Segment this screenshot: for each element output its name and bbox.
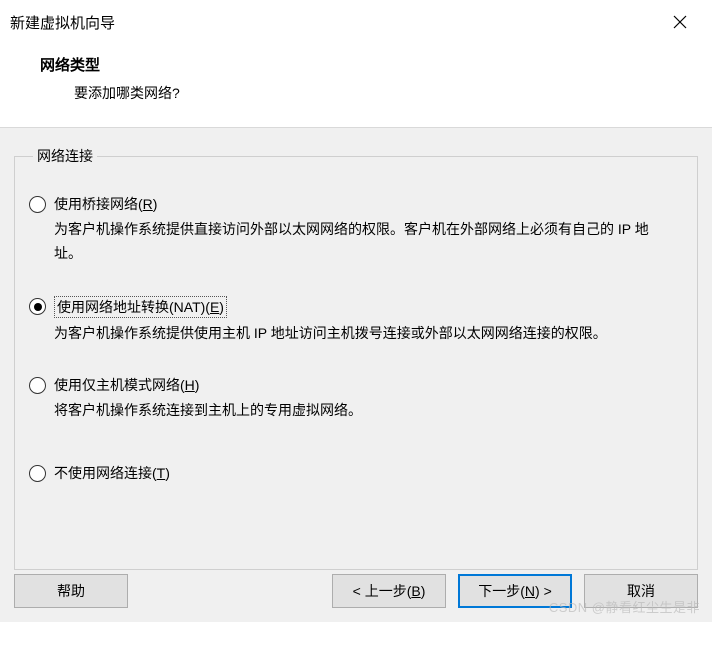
page-subtext: 要添加哪类网络? [40, 83, 692, 103]
cancel-button[interactable]: 取消 [584, 574, 698, 608]
radio-none[interactable] [29, 465, 46, 482]
radio-none-label[interactable]: 不使用网络连接(T) [54, 463, 170, 483]
page-heading: 网络类型 [40, 54, 692, 75]
radio-bridged[interactable] [29, 196, 46, 213]
radio-item-hostonly: 使用仅主机模式网络(H) 将客户机操作系统连接到主机上的专用虚拟网络。 [29, 375, 683, 423]
radio-nat[interactable] [29, 298, 46, 315]
radio-hostonly-label[interactable]: 使用仅主机模式网络(H) [54, 375, 199, 395]
radio-bridged-label[interactable]: 使用桥接网络(R) [54, 194, 157, 214]
radio-nat-label[interactable]: 使用网络地址转换(NAT)(E) [54, 296, 227, 318]
radio-item-none: 不使用网络连接(T) [29, 463, 683, 483]
network-connection-group: 网络连接 使用桥接网络(R) 为客户机操作系统提供直接访问外部以太网网络的权限。… [14, 146, 698, 570]
next-button[interactable]: 下一步(N) > [458, 574, 572, 608]
back-button[interactable]: < 上一步(B) [332, 574, 446, 608]
close-icon [673, 15, 687, 29]
radio-hostonly-desc: 将客户机操作系统连接到主机上的专用虚拟网络。 [54, 399, 674, 423]
radio-nat-desc: 为客户机操作系统提供使用主机 IP 地址访问主机拨号连接或外部以太网网络连接的权… [54, 322, 674, 346]
radio-item-nat: 使用网络地址转换(NAT)(E) 为客户机操作系统提供使用主机 IP 地址访问主… [29, 296, 683, 346]
title-bar: 新建虚拟机向导 [0, 0, 712, 44]
radio-hostonly[interactable] [29, 377, 46, 394]
group-legend: 网络连接 [33, 146, 97, 166]
wizard-header: 网络类型 要添加哪类网络? [0, 44, 712, 128]
wizard-button-row: 帮助 < 上一步(B) 下一步(N) > 取消 [0, 560, 712, 622]
radio-bridged-desc: 为客户机操作系统提供直接访问外部以太网网络的权限。客户机在外部网络上必须有自己的… [54, 218, 674, 266]
radio-item-bridged: 使用桥接网络(R) 为客户机操作系统提供直接访问外部以太网网络的权限。客户机在外… [29, 194, 683, 266]
help-button[interactable]: 帮助 [14, 574, 128, 608]
close-button[interactable] [664, 6, 696, 38]
wizard-body: 网络连接 使用桥接网络(R) 为客户机操作系统提供直接访问外部以太网网络的权限。… [0, 128, 712, 622]
window-title: 新建虚拟机向导 [10, 12, 115, 33]
